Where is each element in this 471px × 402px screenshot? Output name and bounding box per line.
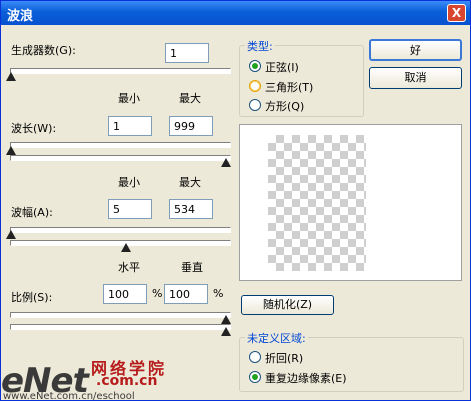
amplitude-max-header: 最大 [179,176,201,189]
scale-horizontal-input[interactable] [103,284,147,304]
radio-triangle-label[interactable]: 三角形(T) [265,79,313,95]
scale-vertical-input[interactable] [164,284,208,304]
cancel-button[interactable]: 取消 [369,67,462,89]
generators-input[interactable] [165,43,209,63]
wavelength-max-slider-thumb[interactable] [221,158,231,167]
radio-sine[interactable] [249,60,261,72]
radio-sine-label[interactable]: 正弦(I) [265,59,299,75]
generators-slider-track[interactable] [10,68,231,74]
scale-vertical-slider-track[interactable] [10,324,231,330]
wavelength-label: 波长(W): [11,122,57,135]
scale-horizontal-percent: % [152,287,163,300]
wavelength-max-header: 最大 [179,92,201,105]
scale-horizontal-header: 水平 [118,261,140,274]
radio-square[interactable] [249,99,261,111]
wavelength-min-input[interactable] [108,116,152,136]
amplitude-max-slider-thumb[interactable] [121,243,131,252]
ok-button[interactable]: 好 [369,39,462,61]
scale-horizontal-slider-track[interactable] [10,312,231,318]
generators-label: 生成器数(G): [11,44,76,57]
type-group-title: 类型: [245,38,275,54]
generators-slider-thumb[interactable] [6,72,16,81]
dialog-title: 波浪 [7,9,34,24]
scale-horizontal-slider-thumb[interactable] [221,315,231,324]
amplitude-min-header: 最小 [118,176,140,189]
amplitude-max-input[interactable] [169,199,213,219]
amplitude-min-input[interactable] [108,199,152,219]
radio-repeat-edge-pixels[interactable] [249,371,261,383]
amplitude-label: 波幅(A): [11,206,53,219]
amplitude-min-slider-track[interactable] [10,227,231,233]
randomize-button[interactable]: 随机化(Z) [241,295,334,315]
wavelength-min-header: 最小 [118,92,140,105]
wavelength-min-slider-thumb[interactable] [6,146,16,155]
scale-label: 比例(S): [11,291,53,304]
radio-repeat-edge-pixels-label[interactable]: 重复边缘像素(E) [265,370,347,386]
wavelength-min-slider-track[interactable] [10,142,231,148]
radio-square-label[interactable]: 方形(Q) [265,98,304,114]
wavelength-max-input[interactable] [169,116,213,136]
radio-wrap-around[interactable] [249,351,261,363]
amplitude-min-slider-thumb[interactable] [6,230,16,239]
radio-triangle[interactable] [249,80,261,92]
scale-vertical-header: 垂直 [181,261,203,274]
preview-image [268,135,366,271]
preview-area [239,124,462,281]
wavelength-max-slider-track[interactable] [10,155,231,161]
close-icon: X [451,6,462,20]
radio-wrap-around-label[interactable]: 折回(R) [265,350,303,366]
title-bar[interactable]: 波浪 X [1,1,470,25]
wave-dialog: 波浪 X 生成器数(G): 最小 最大 波长(W): 最小 最大 波幅(A): … [0,0,471,402]
scale-vertical-percent: % [213,287,224,300]
watermark-url: www.eNet.com.cn/eschool [3,391,135,402]
undefined-area-group-title: 未定义区域: [245,330,308,346]
close-button[interactable]: X [447,4,466,22]
watermark-domain: .com.cn [96,373,158,389]
scale-vertical-slider-thumb[interactable] [221,327,231,336]
